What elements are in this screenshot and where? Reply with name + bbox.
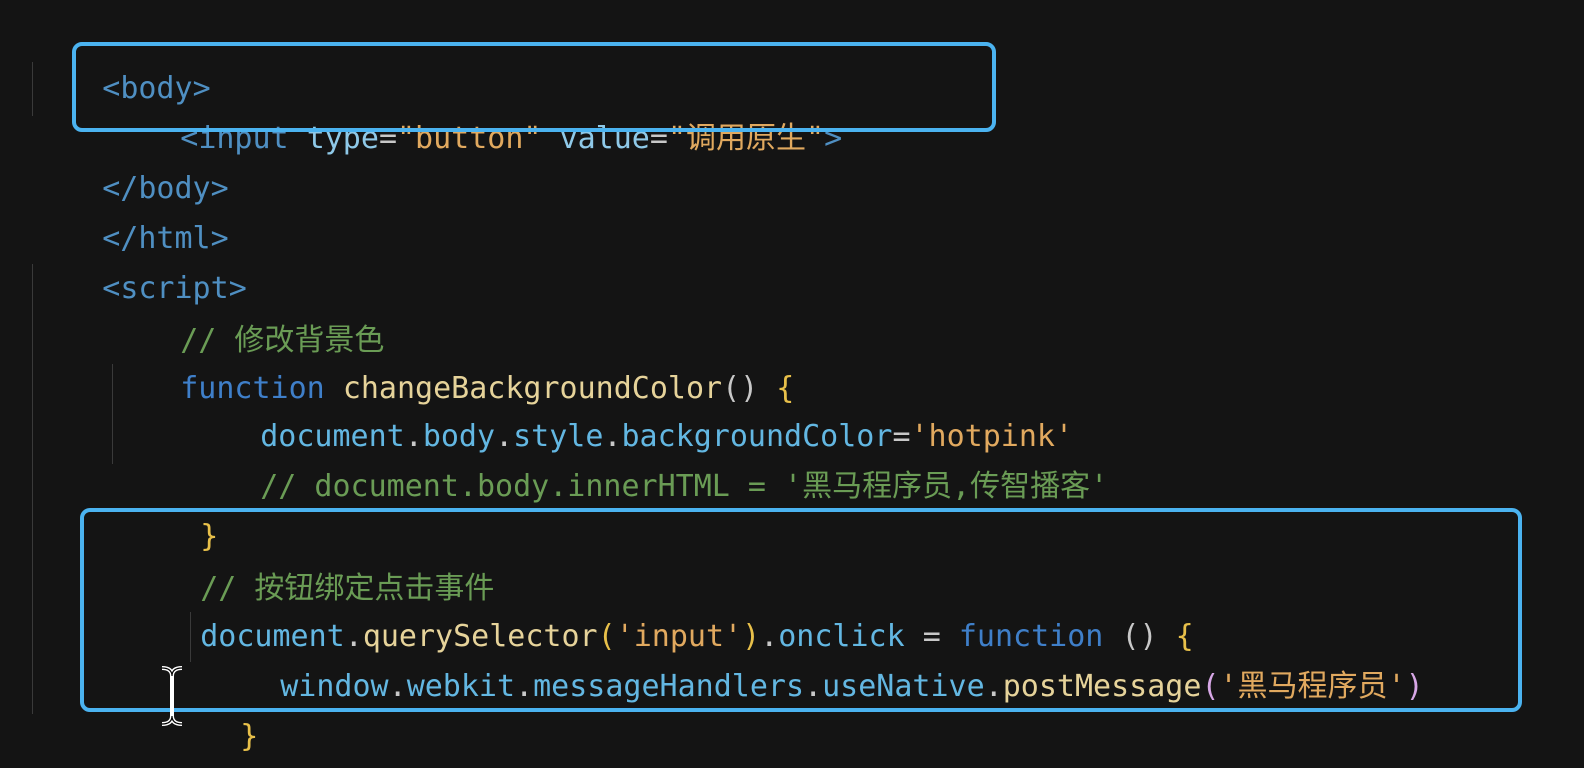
code-line-comment-innerhtml[interactable]: // document.body.innerHTML = '黑马程序员,传智播客… — [188, 412, 1108, 504]
code-comment: // document.body.innerHTML = '黑马程序员,传智播客… — [260, 469, 1109, 504]
code-line-comment-bg[interactable]: // 修改背景色 — [108, 266, 384, 358]
code-editor[interactable]: <body> <input type="button" value="调用原生"… — [0, 0, 1584, 768]
code-line-close-brace[interactable]: } — [128, 462, 218, 554]
highlight-box-input — [72, 42, 996, 132]
code-line-script-open[interactable]: <script> — [30, 214, 247, 306]
code-line-set-bg[interactable]: document.body.style.backgroundColor='hot… — [188, 362, 1073, 454]
text-cursor-icon — [161, 666, 183, 726]
code-line-html-close[interactable]: </html> — [30, 164, 228, 256]
code-line-function-decl[interactable]: function changeBackgroundColor() { — [108, 314, 794, 406]
highlight-box-click-handler — [80, 508, 1522, 712]
code-line-script-close[interactable]: </script> — [30, 712, 265, 762]
